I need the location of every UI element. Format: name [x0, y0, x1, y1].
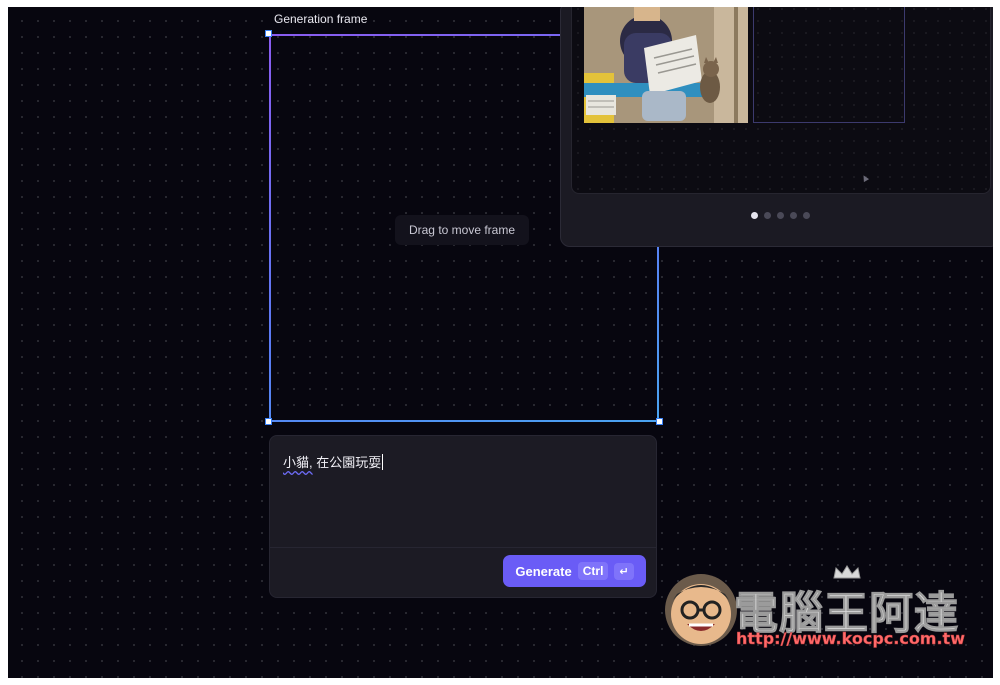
text-caret — [382, 454, 384, 470]
prompt-divider — [270, 547, 656, 548]
generate-button-label: Generate — [515, 563, 572, 579]
pagination-dot-1[interactable] — [750, 212, 758, 219]
prompt-text-rest: 在公園玩耍 — [312, 455, 382, 470]
drag-to-move-tooltip: Drag to move frame — [395, 215, 529, 245]
gallery-panel — [560, 7, 993, 247]
canvas[interactable]: Generation frame Drag to move frame 小貓, … — [8, 7, 993, 678]
enter-key-icon: ↵ — [614, 562, 634, 580]
frame-handle-bottom-left[interactable] — [265, 418, 272, 425]
watermark-url: http://www.kocpc.com.tw — [736, 629, 965, 649]
ctrl-key-hint: Ctrl — [577, 562, 609, 580]
subway-cat-image — [584, 7, 748, 123]
pagination-dot-4[interactable] — [789, 212, 797, 219]
prompt-text-underlined: 小貓, — [283, 455, 313, 470]
pagination-dot-2[interactable] — [763, 212, 771, 219]
generated-image-thumbnail[interactable] — [584, 7, 748, 123]
empty-frame-placeholder[interactable] — [753, 7, 905, 123]
frame-handle-top-left[interactable] — [265, 30, 272, 37]
prompt-panel: 小貓, 在公園玩耍 Generate Ctrl ↵ — [269, 435, 657, 598]
gallery-viewport — [571, 7, 991, 194]
pagination-dot-3[interactable] — [776, 212, 784, 219]
pagination-dot-5[interactable] — [802, 212, 810, 219]
frame-handle-bottom-right[interactable] — [656, 418, 663, 425]
generation-frame-label: Generation frame — [274, 12, 368, 26]
drag-tooltip-text: Drag to move frame — [408, 223, 516, 237]
mouse-cursor-icon — [860, 173, 870, 183]
watermark-mascot-logo — [665, 574, 737, 646]
gallery-pagination — [561, 212, 993, 219]
generate-button[interactable]: Generate Ctrl ↵ — [503, 555, 646, 587]
prompt-input[interactable]: 小貓, 在公園玩耍 — [283, 452, 384, 471]
